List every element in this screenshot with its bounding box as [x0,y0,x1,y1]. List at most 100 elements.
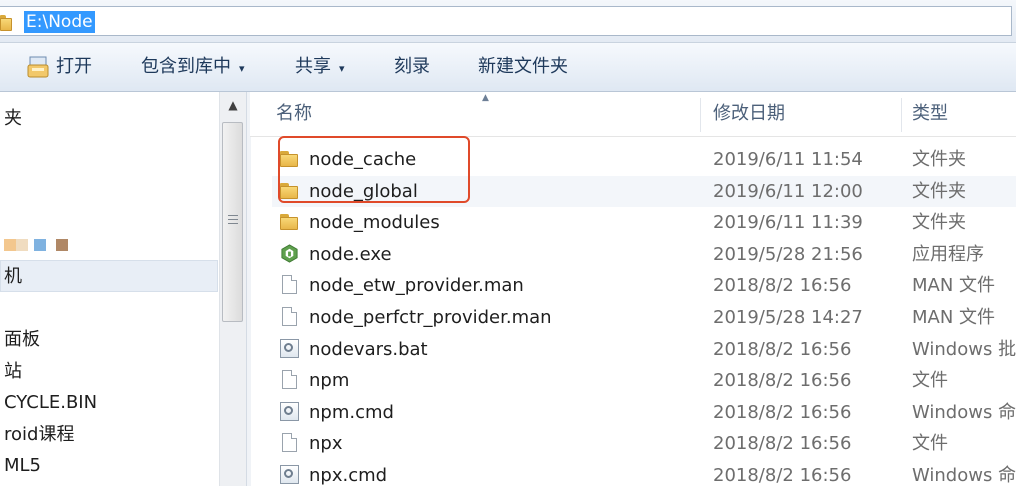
grip-line [228,219,238,220]
file-name[interactable]: node.exe [309,239,392,270]
address-path[interactable]: E:\Node [24,11,95,33]
file-date: 2019/6/11 12:00 [713,180,863,202]
nav-item-recycle-bin[interactable]: 站 [4,359,22,385]
scroll-up-icon[interactable]: ▲ [220,92,246,118]
nav-selected-highlight [0,260,218,292]
scrollbar-thumb[interactable] [222,122,243,322]
file-row[interactable]: node_etw_provider.man 2018/8/2 16:56 MAN 文… [272,270,1016,301]
file-name[interactable]: npm [309,365,349,396]
nav-item-control-panel[interactable]: 面板 [4,327,40,353]
address-bar: E:\Node [0,0,1016,43]
new-folder-button[interactable]: 新建文件夹 [478,43,568,91]
file-row[interactable]: node.exe 2019/5/28 21:56 应用程序 [272,239,1016,270]
file-type: MAN 文件 [912,275,996,297]
grip-line [228,223,238,224]
command-toolbar: 打开 包含到库中 ▾ 共享 ▾ 刻录 新建文件夹 [0,43,1016,92]
chevron-down-icon: ▾ [239,62,245,75]
nav-item-html5[interactable]: ML5 [4,453,41,479]
file-row[interactable]: npm.cmd 2018/8/2 16:56 Windows 命 [272,397,1016,428]
file-type: Windows 批 [912,338,1016,360]
file-list: ▲ 名称 修改日期 类型 node_cache 2019/6/11 11:54 文件… [250,92,1016,486]
share-button[interactable]: 共享 ▾ [295,43,345,91]
column-divider[interactable] [700,98,701,132]
file-type: 文件 [912,370,948,392]
file-name[interactable]: nodevars.bat [309,334,428,365]
sort-ascending-icon: ▲ [482,93,489,103]
burn-button[interactable]: 刻录 [394,43,430,91]
column-type[interactable]: 类型 [912,92,948,136]
file-row[interactable]: nodevars.bat 2018/8/2 16:56 Windows 批 [272,334,1016,365]
file-name[interactable]: node_global [309,176,418,207]
nav-swatch [16,239,28,251]
open-label: 打开 [56,56,92,77]
file-type: 文件夹 [912,149,966,170]
file-row[interactable]: npm 2018/8/2 16:56 文件 [272,365,1016,396]
nav-swatch [34,239,46,251]
file-row[interactable]: npx 2018/8/2 16:56 文件 [272,428,1016,459]
nav-scrollbar[interactable]: ▲ [219,92,246,486]
navigation-pane: 夹 机 面板 站 CYCLE.BIN roid课程 ML5 ▲ [0,92,246,486]
column-header: ▲ 名称 修改日期 类型 [250,92,1016,137]
file-type: MAN 文件 [912,307,996,328]
grip-line [228,215,238,216]
file-type: 文件夹 [912,180,966,202]
file-date: 2018/8/2 16:56 [713,433,852,455]
file-name[interactable]: node_cache [309,144,416,175]
folder-icon [280,149,300,169]
open-icon [27,56,49,78]
column-divider[interactable] [901,98,902,132]
file-row[interactable]: node_global 2019/6/11 12:00 文件夹 [272,175,1016,207]
file-date: 2019/5/28 14:27 [713,307,863,328]
file-row[interactable]: node_perfctr_provider.man 2019/5/28 14:27… [272,302,1016,333]
batch-icon [280,338,300,359]
file-date: 2019/6/11 11:54 [713,149,863,170]
file-row[interactable]: node_cache 2019/6/11 11:54 文件夹 [272,144,1016,175]
column-name[interactable]: 名称 [276,92,312,136]
open-button[interactable]: 打开 [26,43,92,91]
file-type: 文件 [912,433,948,455]
folder-icon [280,181,300,201]
file-name[interactable]: node_modules [309,207,440,238]
file-row[interactable]: npx.cmd 2018/8/2 16:56 Windows 命 [272,460,1016,491]
file-icon [280,307,300,327]
file-type: Windows 命 [912,465,1016,486]
file-date: 2019/6/11 11:39 [713,212,863,234]
nav-item-favorites[interactable]: 夹 [4,106,22,132]
chevron-down-icon: ▾ [339,62,345,75]
file-date: 2018/8/2 16:56 [713,275,852,297]
nav-swatch [4,239,16,251]
folder-icon [280,212,300,232]
column-date[interactable]: 修改日期 [713,92,785,136]
file-name[interactable]: npm.cmd [309,397,394,428]
file-row[interactable]: node_modules 2019/6/11 11:39 文件夹 [272,207,1016,238]
address-field[interactable]: E:\Node [0,6,1012,36]
batch-icon [280,401,300,422]
file-icon [280,275,300,295]
file-date: 2018/8/2 16:56 [713,338,852,360]
file-type: Windows 命 [912,401,1016,423]
file-icon [280,370,300,390]
nav-item-computer[interactable]: 机 [4,264,22,290]
file-date: 2018/8/2 16:56 [713,465,852,486]
nav-item-recycle-bin-folder[interactable]: CYCLE.BIN [4,390,97,416]
nav-item-android-course[interactable]: roid课程 [4,422,74,448]
new-folder-label: 新建文件夹 [478,56,568,77]
address-folder-icon [0,13,14,31]
file-date: 2019/5/28 21:56 [713,243,863,265]
nav-swatch [56,239,68,251]
file-name[interactable]: npx [309,428,343,459]
share-label: 共享 [295,56,331,77]
include-label: 包含到库中 [141,56,231,77]
file-date: 2018/8/2 16:56 [713,370,852,392]
file-name[interactable]: npx.cmd [309,460,387,491]
file-name[interactable]: node_etw_provider.man [309,270,524,301]
include-in-library-button[interactable]: 包含到库中 ▾ [141,43,245,91]
file-type: 文件夹 [912,212,966,234]
burn-label: 刻录 [394,56,430,77]
file-icon [280,433,300,453]
file-date: 2018/8/2 16:56 [713,401,852,423]
file-type: 应用程序 [912,243,984,265]
batch-icon [280,465,300,485]
file-name[interactable]: node_perfctr_provider.man [309,302,552,333]
node-exe-icon [280,244,300,264]
